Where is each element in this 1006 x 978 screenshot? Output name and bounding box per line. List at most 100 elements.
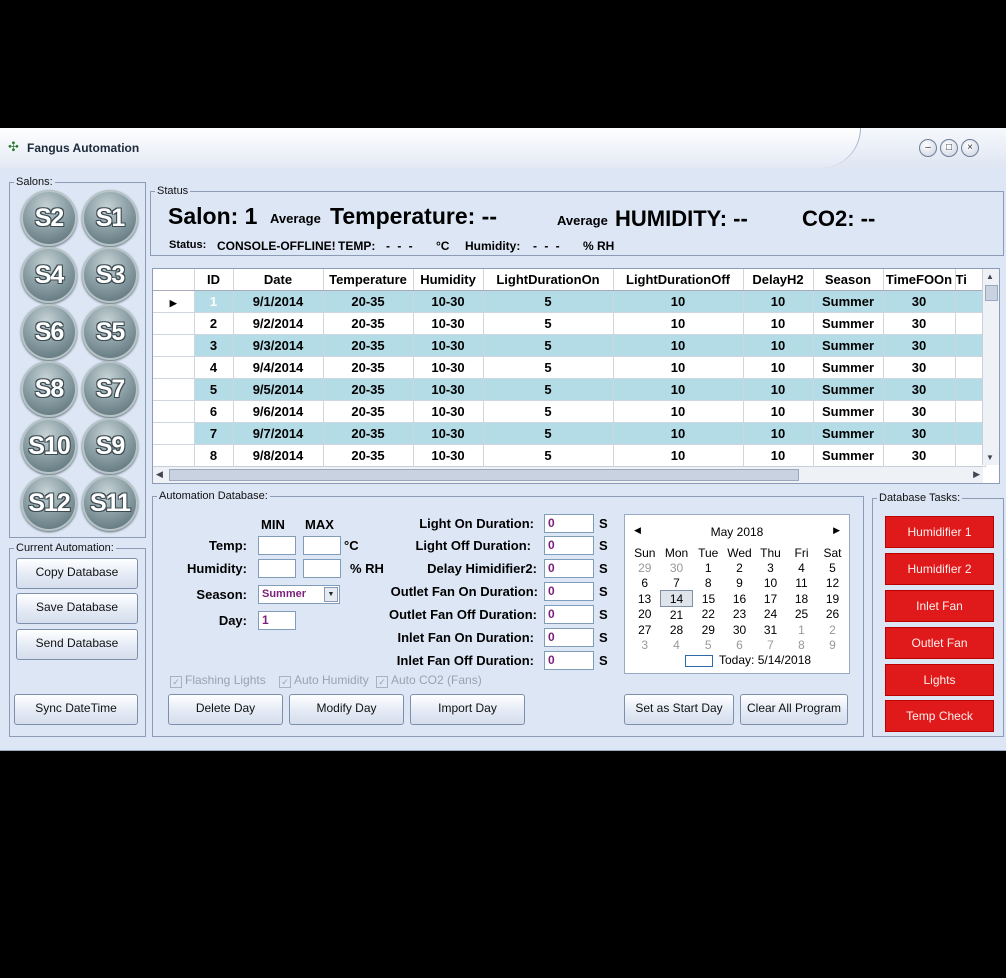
calendar-day[interactable]: 30 [661,560,693,575]
delete-day-button[interactable]: Delete Day [168,694,283,725]
calendar-day[interactable]: 29 [629,560,661,575]
table-cell[interactable]: 20-35 [323,378,414,401]
temp-check-button[interactable]: Temp Check [885,700,994,732]
table-row[interactable]: 3 9/3/2014 20-35 10-30 5 10 10 Summer 30 [153,334,986,357]
table-cell[interactable]: 30 [883,356,956,379]
calendar-day[interactable]: 23 [724,607,755,623]
table-cell[interactable]: 30 [883,422,956,445]
table-cell[interactable]: Summer [813,444,884,467]
row-header[interactable]: ▶ [153,290,195,313]
calendar-day[interactable]: 5 [693,637,725,652]
month-calendar[interactable]: ◀ May 2018 ▶ Sun Mon Tue Wed Thu Fri Sat 29 30 1… [624,514,850,674]
calendar-day[interactable]: 13 [629,591,661,607]
schedule-grid[interactable]: ID Date Temperature Humidity LightDurati… [152,268,1000,484]
salon-button-s6[interactable]: S6 [21,304,77,360]
table-cell[interactable]: 10 [743,334,814,357]
temp-max-input[interactable] [303,536,341,555]
table-row[interactable]: ▶ 1 9/1/2014 20-35 10-30 5 10 10 Summer 30 [153,290,986,313]
column-header[interactable]: Humidity [413,269,484,291]
calendar-day[interactable]: 9 [817,637,848,652]
humidifier-1-button[interactable]: Humidifier 1 [885,516,994,548]
temp-min-input[interactable] [258,536,296,555]
table-cell[interactable]: 5 [483,290,614,313]
light-on-input[interactable]: 0 [544,514,594,533]
calendar-day[interactable]: 19 [817,591,848,607]
copy-database-button[interactable]: Copy Database [16,558,138,589]
salon-button-s2[interactable]: S2 [21,190,77,246]
table-cell[interactable]: Summer [813,400,884,423]
inlet-fan-off-input[interactable]: 0 [544,651,594,670]
table-cell[interactable]: Summer [813,356,884,379]
close-icon[interactable]: × [961,139,979,157]
column-header[interactable]: LightDurationOff [613,269,744,291]
table-cell[interactable]: 10 [743,378,814,401]
calendar-day[interactable]: 9 [724,575,755,591]
table-cell[interactable]: 10 [613,422,744,445]
calendar-day[interactable]: 4 [661,637,693,652]
table-cell[interactable]: 9/6/2014 [233,400,324,423]
calendar-day[interactable]: 20 [629,607,661,623]
inlet-fan-on-input[interactable]: 0 [544,628,594,647]
row-header[interactable] [153,334,195,357]
today-label[interactable]: Today: 5/14/2018 [719,653,811,667]
humidity-min-input[interactable] [258,559,296,578]
table-cell[interactable] [955,444,986,467]
table-cell[interactable]: 10 [743,290,814,313]
calendar-day[interactable]: 18 [786,591,817,607]
table-cell[interactable]: 30 [883,378,956,401]
next-month-icon[interactable]: ▶ [833,525,840,536]
row-header[interactable] [153,400,195,423]
column-header[interactable]: Ti [955,269,986,291]
column-header[interactable]: Date [233,269,324,291]
table-cell[interactable]: 10 [743,422,814,445]
calendar-day[interactable]: 1 [693,560,725,575]
row-header[interactable] [153,312,195,335]
table-cell[interactable]: 30 [883,312,956,335]
salon-button-s4[interactable]: S4 [21,247,77,303]
calendar-day[interactable]: 16 [724,591,755,607]
table-cell[interactable]: 5 [483,378,614,401]
table-cell[interactable]: 10-30 [413,400,484,423]
table-cell[interactable]: 2 [194,312,234,335]
calendar-day[interactable]: 31 [755,622,786,637]
outlet-fan-on-input[interactable]: 0 [544,582,594,601]
table-cell[interactable]: 9/5/2014 [233,378,324,401]
calendar-day[interactable]: 2 [724,560,755,575]
save-database-button[interactable]: Save Database [16,593,138,624]
table-cell[interactable]: 30 [883,400,956,423]
table-cell[interactable]: 20-35 [323,422,414,445]
table-cell[interactable]: 5 [483,400,614,423]
calendar-day[interactable]: 8 [786,637,817,652]
auto-humidity-checkbox[interactable]: ✓ Auto Humidity [279,673,369,688]
table-cell[interactable]: 10-30 [413,290,484,313]
calendar-day[interactable]: 12 [817,575,848,591]
import-day-button[interactable]: Import Day [410,694,525,725]
table-cell[interactable]: 10-30 [413,444,484,467]
row-header[interactable] [153,422,195,445]
table-cell[interactable]: 20-35 [323,400,414,423]
column-header[interactable]: Season [813,269,884,291]
table-cell[interactable]: 30 [883,334,956,357]
table-cell[interactable]: 30 [883,444,956,467]
table-cell[interactable] [955,290,986,313]
calendar-day[interactable]: 3 [629,637,661,652]
table-cell[interactable]: 10-30 [413,312,484,335]
clear-all-program-button[interactable]: Clear All Program [740,694,848,725]
table-row[interactable]: 5 9/5/2014 20-35 10-30 5 10 10 Summer 30 [153,378,986,401]
table-cell[interactable]: 10 [743,356,814,379]
table-cell[interactable]: 5 [483,422,614,445]
calendar-day[interactable]: 5 [817,560,848,575]
table-cell[interactable]: 10 [613,356,744,379]
table-cell[interactable]: 5 [483,444,614,467]
row-header[interactable] [153,378,195,401]
table-cell[interactable]: 3 [194,334,234,357]
column-header[interactable]: LightDurationOn [483,269,614,291]
table-cell[interactable]: 8 [194,444,234,467]
table-cell[interactable]: 9/3/2014 [233,334,324,357]
table-cell[interactable]: 10 [613,334,744,357]
modify-day-button[interactable]: Modify Day [289,694,404,725]
table-cell[interactable]: 10-30 [413,334,484,357]
table-cell[interactable]: 10 [613,312,744,335]
table-cell[interactable]: 10 [743,444,814,467]
calendar-day[interactable]: 1 [786,622,817,637]
